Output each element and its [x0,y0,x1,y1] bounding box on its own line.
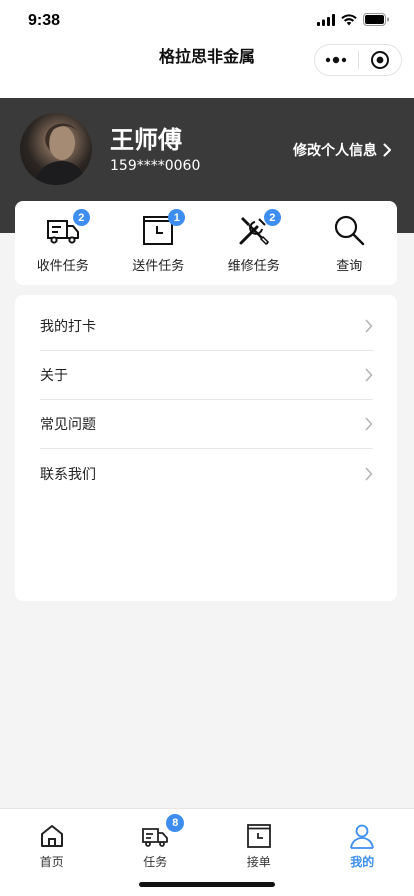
user-icon [349,823,375,849]
chevron-right-icon [383,143,391,157]
avatar-photo [34,123,86,185]
chevron-right-icon [365,368,373,382]
avatar[interactable] [20,113,92,185]
menu-label: 联系我们 [40,466,96,483]
menu-item-contact[interactable]: 联系我们 [40,449,373,498]
tab-home[interactable]: 首页 [0,809,104,896]
task-shortcuts: 2 收件任务 1 送件任务 2 维修任务 查询 [15,201,397,285]
more-button[interactable] [315,45,358,75]
mini-program-capsule [314,44,402,76]
status-time: 9:38 [28,12,61,29]
task-label: 送件任务 [132,259,185,274]
status-bar: 9:38 [0,0,414,44]
wifi-icon [341,13,357,25]
status-icons [317,13,390,26]
battery-icon [363,13,389,26]
task-badge: 2 [263,209,281,226]
chevron-right-icon [365,467,373,480]
truck-icon: 8 [142,814,185,849]
chevron-right-icon [365,319,373,333]
menu-item-faq[interactable]: 常见问题 [40,400,373,449]
clock-box-icon: 1 [141,209,186,247]
clock-box-icon [246,823,272,849]
user-name: 王师傅 [110,126,182,154]
menu-card: 我的打卡 关于 常见问题 联系我们 [15,295,397,601]
truck-icon: 2 [46,209,90,247]
task-badge: 2 [72,209,90,226]
tools-icon: 2 [237,209,281,247]
user-phone: 159****0060 [110,158,201,174]
task-badge: 1 [168,209,186,226]
task-repair[interactable]: 2 维修任务 [206,201,302,285]
close-button[interactable] [359,45,402,75]
home-icon [39,823,65,849]
menu-label: 我的打卡 [40,319,96,335]
search-icon [332,213,366,247]
signal-icon [317,13,335,26]
menu-item-about[interactable]: 关于 [40,351,373,400]
more-dots-icon [326,56,347,64]
tab-badge: 8 [166,814,185,832]
task-label: 查询 [336,259,363,274]
tab-mine[interactable]: 我的 [311,809,414,896]
nav-bar: 格拉思非金属 [0,44,414,98]
task-label: 维修任务 [227,259,280,274]
tab-label: 我的 [350,855,375,869]
target-close-icon [370,51,389,69]
menu-label: 常见问题 [40,417,96,433]
edit-profile-link[interactable]: 修改个人信息 [293,140,392,160]
tab-label: 接单 [246,855,271,869]
task-search[interactable]: 查询 [302,201,398,285]
edit-profile-label: 修改个人信息 [293,143,377,159]
chevron-right-icon [365,417,373,431]
task-delivery[interactable]: 1 送件任务 [111,201,207,285]
task-label: 收件任务 [36,259,89,274]
tab-label: 任务 [143,855,168,869]
menu-item-checkin[interactable]: 我的打卡 [40,302,373,351]
menu-label: 关于 [40,368,68,384]
tab-label: 首页 [39,855,64,869]
home-indicator [139,882,275,887]
task-pickup[interactable]: 2 收件任务 [15,201,111,285]
